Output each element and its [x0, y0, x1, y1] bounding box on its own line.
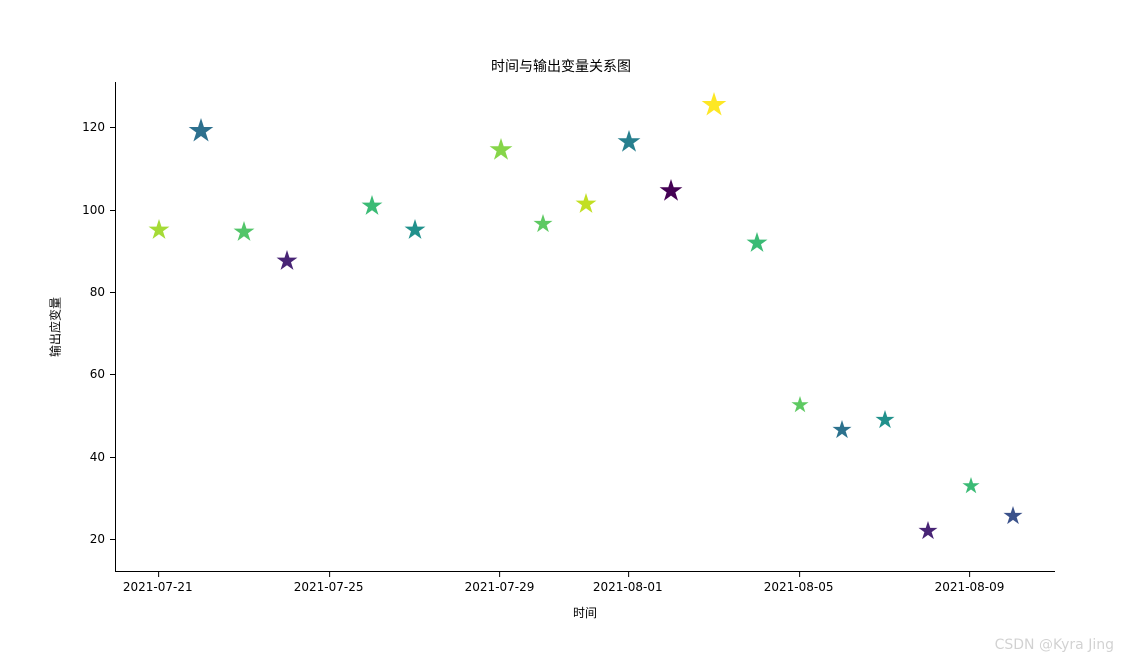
- y-tick-label: 20: [90, 532, 105, 546]
- y-tick-label: 80: [90, 285, 105, 299]
- scatter-point: [1003, 506, 1023, 530]
- scatter-point: [489, 138, 513, 166]
- scatter-point: [918, 521, 938, 545]
- x-tick-label: 2021-07-21: [123, 580, 193, 594]
- x-tick-label: 2021-07-29: [465, 580, 535, 594]
- scatter-point: [701, 92, 727, 122]
- scatter-point: [832, 420, 852, 444]
- scatter-point: [188, 118, 214, 148]
- x-tick-label: 2021-08-01: [593, 580, 663, 594]
- y-axis-label: 输出应变量: [47, 297, 64, 357]
- chart-title: 时间与输出变量关系图: [0, 56, 1122, 76]
- scatter-point: [962, 477, 980, 499]
- x-tick-label: 2021-07-25: [294, 580, 364, 594]
- chart-figure: 时间与输出变量关系图 2021-07-212021-07-252021-07-2…: [0, 0, 1122, 659]
- scatter-point: [361, 195, 383, 221]
- scatter-point: [233, 221, 255, 247]
- scatter-point: [533, 214, 553, 238]
- scatter-point: [746, 232, 768, 258]
- scatter-point: [575, 193, 597, 219]
- scatter-point: [875, 410, 895, 434]
- watermark-text: CSDN @Kyra Jing: [995, 637, 1114, 653]
- scatter-point: [148, 219, 170, 245]
- chart-axes: 2021-07-212021-07-252021-07-292021-08-01…: [115, 82, 1055, 572]
- scatter-point: [617, 130, 641, 158]
- scatter-point: [404, 219, 426, 245]
- scatter-point: [659, 179, 683, 207]
- plot-area: [115, 82, 1055, 572]
- x-axis-label: 时间: [115, 604, 1055, 621]
- y-tick-label: 120: [82, 120, 105, 134]
- y-tick-label: 100: [82, 203, 105, 217]
- x-tick-label: 2021-08-09: [935, 580, 1005, 594]
- x-tick-label: 2021-08-05: [764, 580, 834, 594]
- y-tick-label: 60: [90, 367, 105, 381]
- scatter-point: [791, 396, 809, 418]
- scatter-point: [276, 250, 298, 276]
- y-tick-label: 40: [90, 450, 105, 464]
